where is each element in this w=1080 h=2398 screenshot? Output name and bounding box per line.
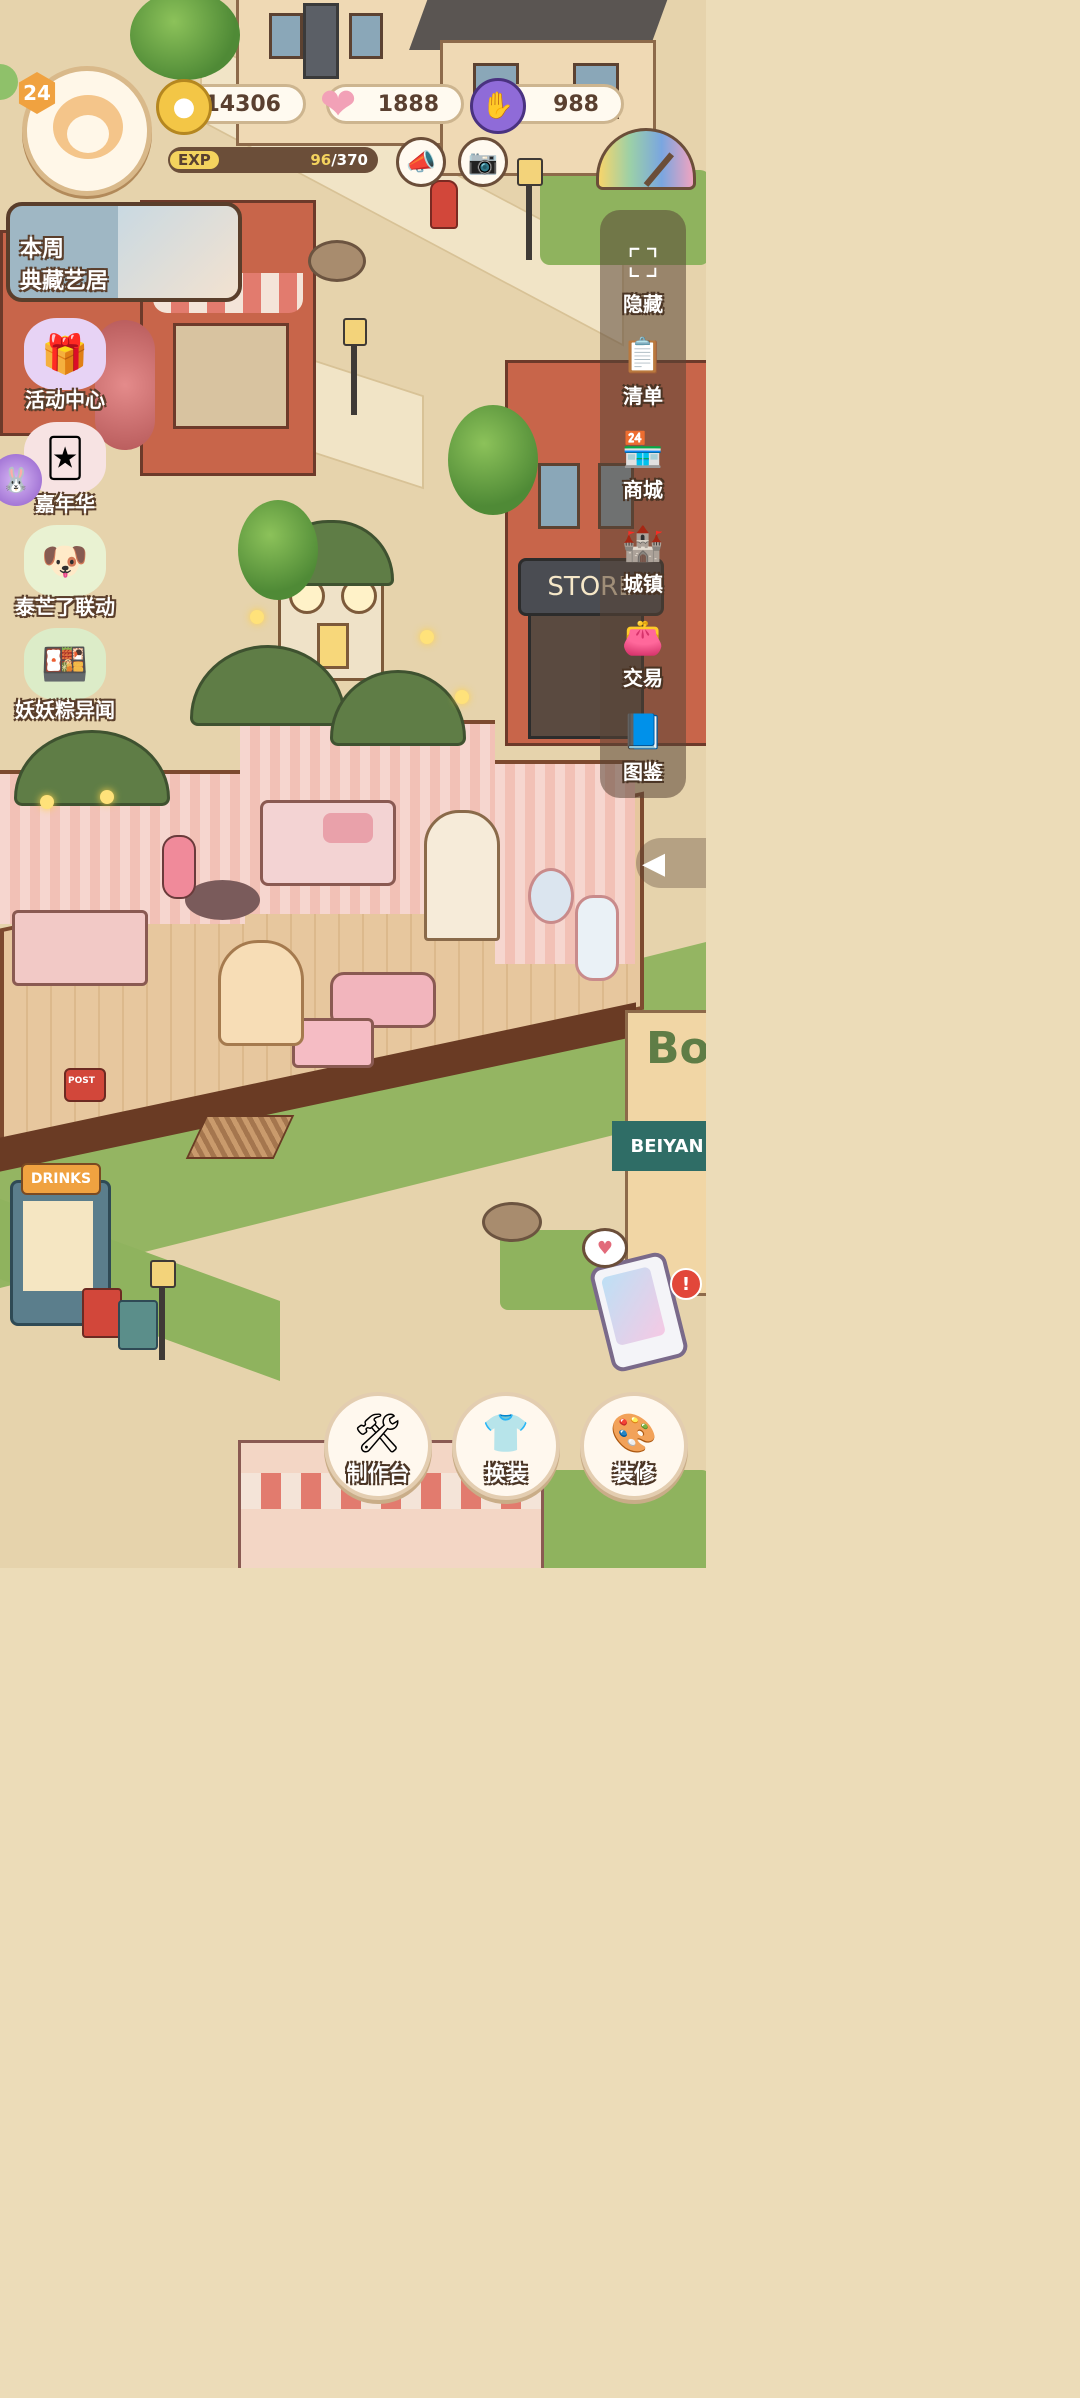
- checklist-icon: 📋: [621, 336, 665, 376]
- camera-icon: 📷: [468, 148, 498, 176]
- tree: [238, 500, 318, 600]
- castle-icon: 🏰: [621, 524, 665, 564]
- drinks-sign: DRINKS: [21, 1163, 101, 1195]
- lamp-head: [150, 1260, 176, 1288]
- manhole: [482, 1202, 542, 1242]
- bed[interactable]: [260, 800, 396, 886]
- coffee-table[interactable]: [292, 1018, 374, 1068]
- beiyan-sign: BEIYAN: [612, 1121, 706, 1171]
- fire-hydrant: [430, 180, 458, 229]
- game-scene[interactable]: STORE POST DRINKS Bo BEIYAN 24 14306 ● 1…: [0, 0, 706, 1568]
- recycle-bin: [118, 1300, 158, 1350]
- expand-panel-button[interactable]: ◀: [636, 838, 706, 888]
- weekly-showcase-banner[interactable]: 本周 典藏艺居: [6, 202, 242, 302]
- town-label: 城镇: [623, 572, 663, 596]
- wardrobe[interactable]: [424, 810, 500, 941]
- trade-button[interactable]: 👛 交易: [600, 610, 686, 691]
- megaphone-icon: 📣: [406, 148, 436, 176]
- string-light: [420, 630, 434, 644]
- beiyan-building: Bo BEIYAN: [612, 1010, 706, 1296]
- collab-character-icon: 🐶: [24, 525, 106, 597]
- workbench-icon: 🛠: [353, 1411, 403, 1455]
- lamp-head: [343, 318, 367, 346]
- string-light: [455, 690, 469, 704]
- player-character[interactable]: [162, 835, 196, 899]
- manhole: [308, 240, 366, 282]
- exp-total: /370: [331, 151, 368, 169]
- hearts-value: 1888: [377, 91, 439, 117]
- event-center-label: 活动中心: [25, 388, 105, 412]
- decorate-label: 装修: [613, 1462, 655, 1486]
- shop-label: 商城: [623, 478, 663, 502]
- lamp-head: [517, 158, 543, 186]
- shop-button[interactable]: 🏪 商城: [600, 422, 686, 503]
- tree: [448, 405, 538, 515]
- album-book-icon: 📘: [621, 712, 665, 752]
- right-menu-panel: ⛶ 隐藏 📋 清单 🏪 商城 🏰 城镇 👛 交易 📘 图鉴: [600, 210, 686, 798]
- shop-icon: 🏪: [621, 430, 665, 470]
- zongzi-event-button[interactable]: 🍱 妖妖粽异闻: [6, 628, 124, 723]
- fullscreen-icon: ⛶: [629, 241, 657, 287]
- exp-bar: EXP 96 /370: [168, 147, 378, 173]
- exp-label: EXP: [170, 151, 219, 169]
- string-light: [40, 795, 54, 809]
- hide-ui-button[interactable]: ⛶ 隐藏: [600, 236, 686, 317]
- outfit-button[interactable]: 👕 换装: [452, 1392, 560, 1500]
- announcement-button[interactable]: 📣: [396, 137, 446, 187]
- trash-bin: [82, 1288, 122, 1338]
- kitchen-counter[interactable]: [12, 910, 148, 986]
- collab-event-label: 泰芒了联动: [15, 595, 115, 619]
- standing-mirror[interactable]: [575, 895, 619, 981]
- string-light: [250, 610, 264, 624]
- decorate-button[interactable]: 🎨 装修: [580, 1392, 688, 1500]
- cat-rug[interactable]: [185, 880, 260, 920]
- trade-label: 交易: [623, 666, 663, 690]
- album-label: 图鉴: [623, 760, 663, 784]
- coin-icon: ●: [156, 79, 212, 135]
- zongzi-event-label: 妖妖粽异闻: [15, 698, 115, 722]
- coins-value: 14306: [204, 91, 281, 117]
- phone-icon: [600, 1266, 667, 1347]
- town-button[interactable]: 🏰 城镇: [600, 516, 686, 597]
- hide-ui-label: 隐藏: [623, 292, 663, 316]
- mailbox-label: POST: [68, 1076, 95, 1086]
- chevron-left-icon: ◀: [642, 845, 666, 881]
- exp-current: 96: [310, 151, 332, 169]
- outfit-icon: 👕: [482, 1411, 530, 1455]
- camera-button[interactable]: 📷: [458, 137, 508, 187]
- checklist-button[interactable]: 📋 清单: [600, 328, 686, 409]
- checklist-label: 清单: [623, 384, 663, 408]
- cake-stand[interactable]: [218, 940, 304, 1046]
- album-button[interactable]: 📘 图鉴: [600, 704, 686, 785]
- dial-arrow-icon: [643, 152, 675, 187]
- string-light: [100, 790, 114, 804]
- collab-event-button[interactable]: 🐶 泰芒了联动: [6, 525, 124, 620]
- workbench-button[interactable]: 🛠 制作台: [324, 1392, 432, 1500]
- gift-icon: 🎁: [24, 318, 106, 390]
- heart-gem-icon: ❤: [319, 78, 357, 130]
- zongzi-icon: 🍱: [24, 628, 106, 700]
- vanity-mirror[interactable]: [528, 868, 574, 924]
- gems-value: 988: [553, 91, 599, 117]
- mailbox[interactable]: POST: [64, 1068, 106, 1102]
- workbench-label: 制作台: [346, 1462, 410, 1486]
- event-center-button[interactable]: 🎁 活动中心: [6, 318, 124, 413]
- weekly-title-line2: 典藏艺居: [20, 269, 109, 294]
- paint-roller-icon: 🎨: [610, 1411, 658, 1455]
- weekly-title-line1: 本周: [20, 237, 65, 262]
- trade-wallet-icon: 👛: [621, 618, 665, 658]
- outfit-label: 换装: [485, 1462, 527, 1486]
- glove-icon: ✋: [470, 78, 526, 134]
- notification-badge-icon: !: [670, 1268, 702, 1300]
- bo-sign: Bo: [646, 1023, 706, 1074]
- message-bubble-icon: ♥: [582, 1228, 628, 1268]
